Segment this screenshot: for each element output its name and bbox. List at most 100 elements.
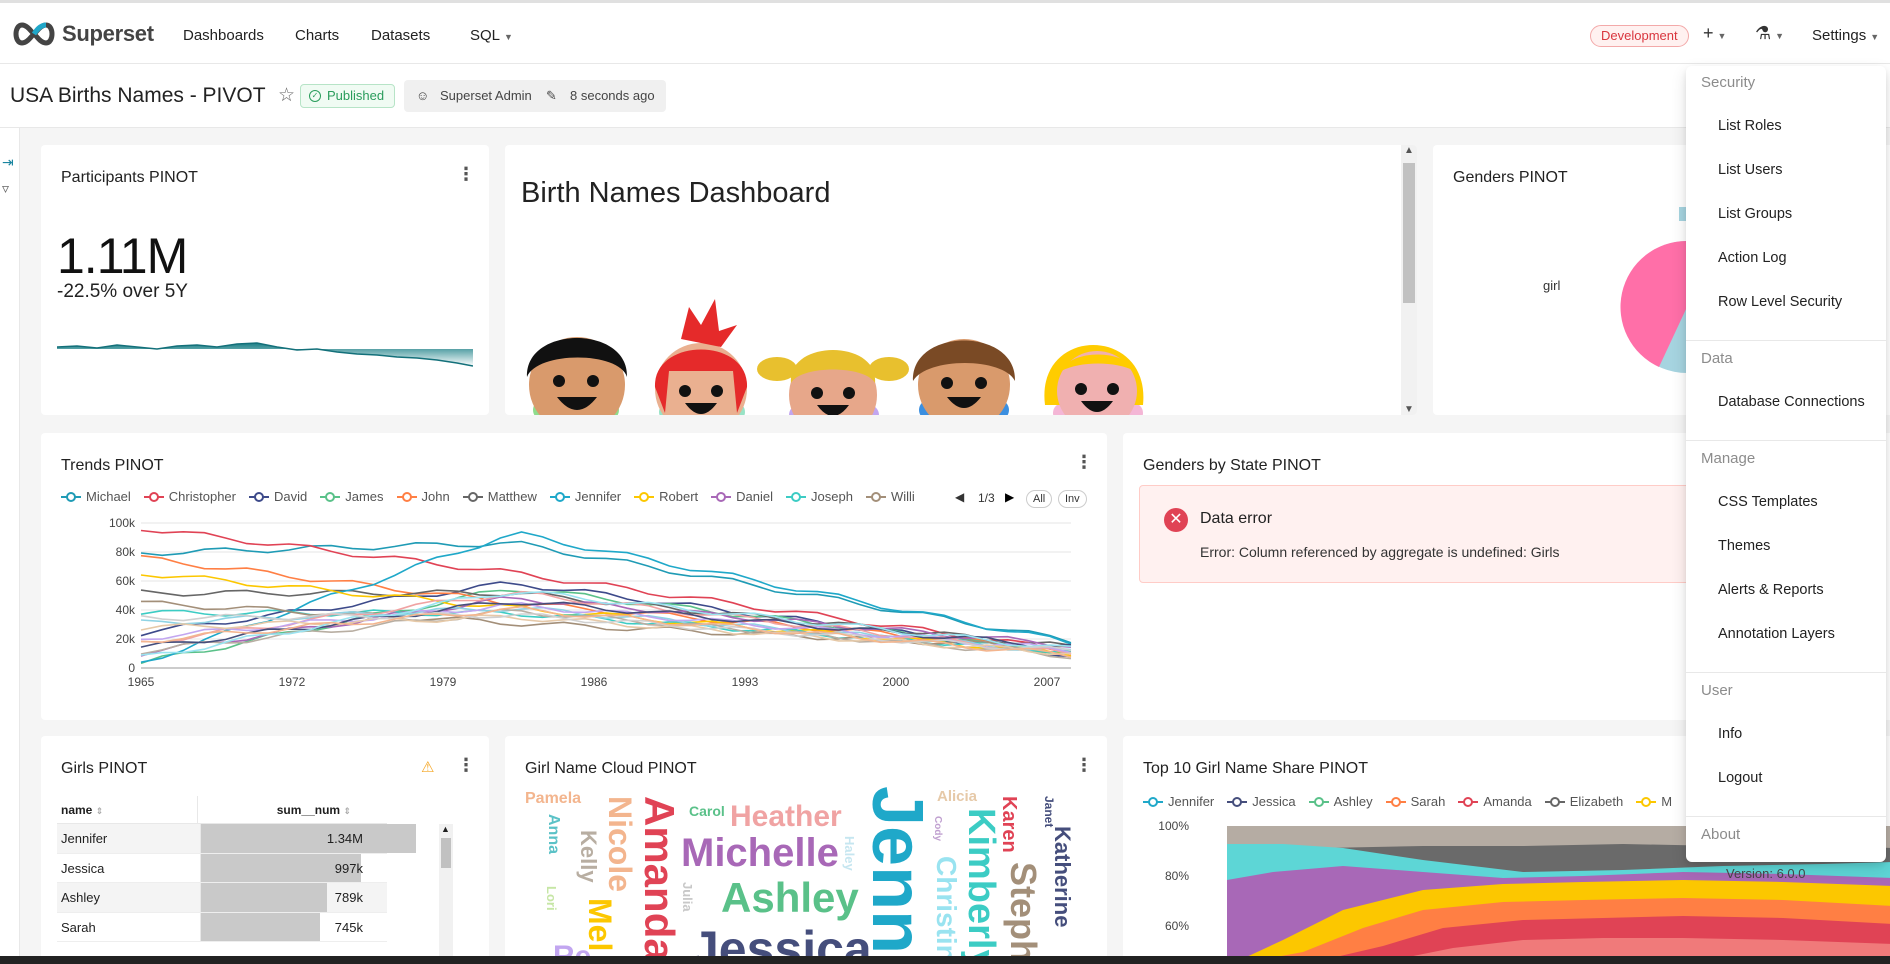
- legend-item[interactable]: Elizabeth: [1544, 794, 1624, 809]
- y-tick: 60%: [1165, 919, 1189, 933]
- markdown-scrollbar[interactable]: ▲ ▼: [1401, 145, 1417, 415]
- menu-group-label: Data: [1701, 350, 1733, 367]
- participants-card: Participants PINOT 1.11M -22.5% over 5Y: [41, 145, 489, 415]
- legend-all-button[interactable]: All: [1026, 490, 1053, 508]
- published-label: Published: [327, 88, 385, 103]
- cloud-word: Christina: [931, 856, 962, 964]
- legend-invert-button[interactable]: Inv: [1058, 490, 1087, 508]
- column-header-name[interactable]: name ⇕: [57, 796, 199, 823]
- dashboard-title[interactable]: USA Births Names - PIVOT: [10, 84, 266, 108]
- menu-item[interactable]: Themes: [1718, 538, 1770, 554]
- table-row[interactable]: Jessica 997k: [57, 853, 387, 883]
- table-body: Jennifer 1.34M Jessica 997k Ashley 789k Sarah 7…: [57, 824, 416, 942]
- x-tick-label: 1965: [128, 675, 155, 689]
- scroll-up-icon[interactable]: ▲: [441, 824, 450, 834]
- legend-item[interactable]: M: [1636, 794, 1672, 809]
- legend-label: David: [274, 489, 308, 504]
- legend-item[interactable]: David: [249, 489, 307, 504]
- kid-face-3: [757, 350, 909, 415]
- legend-symbol: [320, 491, 341, 502]
- expand-filters-icon[interactable]: ⇥: [2, 154, 14, 171]
- published-status-badge[interactable]: ✓ Published: [300, 84, 396, 108]
- legend-item[interactable]: Jennifer: [549, 489, 621, 504]
- legend-item[interactable]: Christopher: [143, 489, 236, 504]
- menu-item[interactable]: Logout: [1718, 770, 1762, 786]
- scroll-thumb[interactable]: [1403, 163, 1415, 303]
- menu-item[interactable]: List Users: [1718, 162, 1782, 178]
- kids-illustration: [526, 299, 1144, 415]
- cloud-word: Carol: [689, 803, 725, 819]
- favorite-star-icon[interactable]: ☆: [278, 84, 295, 107]
- x-tick-label: 1972: [279, 675, 306, 689]
- legend-item[interactable]: Sarah: [1385, 794, 1445, 809]
- legend-label: Michael: [86, 489, 131, 504]
- column-header-sum-num[interactable]: sum__num ⇕: [198, 796, 387, 823]
- menu-item[interactable]: Annotation Layers: [1718, 626, 1835, 642]
- owner-name[interactable]: Superset Admin: [440, 88, 532, 103]
- legend-item[interactable]: Amanda: [1458, 794, 1532, 809]
- menu-item[interactable]: Info: [1718, 726, 1742, 742]
- legend-label: Robert: [659, 489, 699, 504]
- legend-label: Ashley: [1333, 794, 1373, 809]
- menu-item[interactable]: Action Log: [1718, 250, 1787, 266]
- legend-next-icon[interactable]: ▶: [1005, 490, 1014, 504]
- legend-label: M: [1661, 794, 1673, 809]
- legend-label: Matthew: [487, 489, 537, 504]
- nav-charts[interactable]: Charts: [295, 27, 339, 44]
- word-cloud-card: Girl Name Cloud PINOT Pamela Anna Lori K…: [505, 736, 1107, 964]
- card-title: Genders PINOT: [1453, 169, 1568, 186]
- y-tick-label: 100k: [109, 516, 136, 530]
- cell-number: 1.34M: [326, 831, 363, 846]
- nav-dashboards[interactable]: Dashboards: [183, 27, 264, 44]
- legend-item[interactable]: Michael: [61, 489, 131, 504]
- legend-item[interactable]: John: [396, 489, 450, 504]
- settings-menu-button[interactable]: Settings ▼: [1812, 27, 1879, 44]
- cell-value: 745k: [200, 912, 387, 941]
- legend-item[interactable]: Robert: [634, 489, 698, 504]
- legend-prev-icon[interactable]: ◀: [955, 490, 964, 504]
- card-menu-icon[interactable]: [457, 758, 475, 772]
- menu-item[interactable]: List Groups: [1718, 206, 1792, 222]
- top10-legend: Jennifer Jessica Ashley Sarah Amanda Elizabet…: [1143, 794, 1685, 809]
- nav-sql-menu[interactable]: SQL ▼: [470, 27, 513, 44]
- table-scrollbar[interactable]: ▲: [439, 824, 453, 964]
- nav-sql-label: SQL: [470, 27, 501, 44]
- card-menu-icon[interactable]: [1075, 455, 1093, 469]
- modified-time: 8 seconds ago: [570, 88, 655, 103]
- legend-item[interactable]: James: [320, 489, 384, 504]
- new-menu-button[interactable]: + ▼: [1703, 23, 1726, 44]
- superset-logo[interactable]: Superset: [10, 21, 154, 47]
- table-row[interactable]: Sarah 745k: [57, 912, 387, 942]
- card-menu-icon[interactable]: [457, 167, 475, 181]
- nav-datasets[interactable]: Datasets: [371, 27, 430, 44]
- legend-item[interactable]: Jessica: [1227, 794, 1296, 809]
- scroll-up-icon[interactable]: ▲: [1401, 145, 1417, 156]
- menu-item[interactable]: Row Level Security: [1718, 294, 1842, 310]
- y-tick-label: 20k: [116, 632, 136, 646]
- cloud-word: Amanda: [636, 796, 683, 962]
- legend-item[interactable]: Willi: [865, 489, 915, 504]
- menu-item[interactable]: List Roles: [1718, 118, 1782, 134]
- warning-icon[interactable]: ⚠: [421, 758, 434, 776]
- legend-symbol: [1227, 796, 1248, 807]
- environment-badge: Development: [1590, 25, 1689, 47]
- legend-item[interactable]: Daniel: [711, 489, 773, 504]
- chevron-down-icon: ▼: [1775, 31, 1785, 41]
- legend-item[interactable]: Ashley: [1308, 794, 1373, 809]
- legend-label: Elizabeth: [1569, 794, 1624, 809]
- menu-item[interactable]: Database Connections: [1718, 394, 1865, 410]
- legend-page: 1/3: [978, 491, 995, 505]
- menu-item[interactable]: CSS Templates: [1718, 494, 1818, 510]
- cell-number: 745k: [334, 919, 363, 935]
- legend-item[interactable]: Joseph: [786, 489, 853, 504]
- table-row[interactable]: Ashley 789k: [57, 883, 387, 913]
- legend-label: Jessica: [1252, 794, 1296, 809]
- scroll-down-icon[interactable]: ▼: [1401, 404, 1417, 415]
- legend-item[interactable]: Jennifer: [1143, 794, 1214, 809]
- theme-menu-button[interactable]: ⚗ ▼: [1755, 23, 1784, 44]
- table-row[interactable]: Jennifer 1.34M: [57, 824, 416, 854]
- menu-item[interactable]: Alerts & Reports: [1718, 582, 1824, 598]
- filter-icon[interactable]: ▿: [2, 180, 9, 197]
- scroll-thumb[interactable]: [441, 838, 451, 868]
- legend-item[interactable]: Matthew: [462, 489, 537, 504]
